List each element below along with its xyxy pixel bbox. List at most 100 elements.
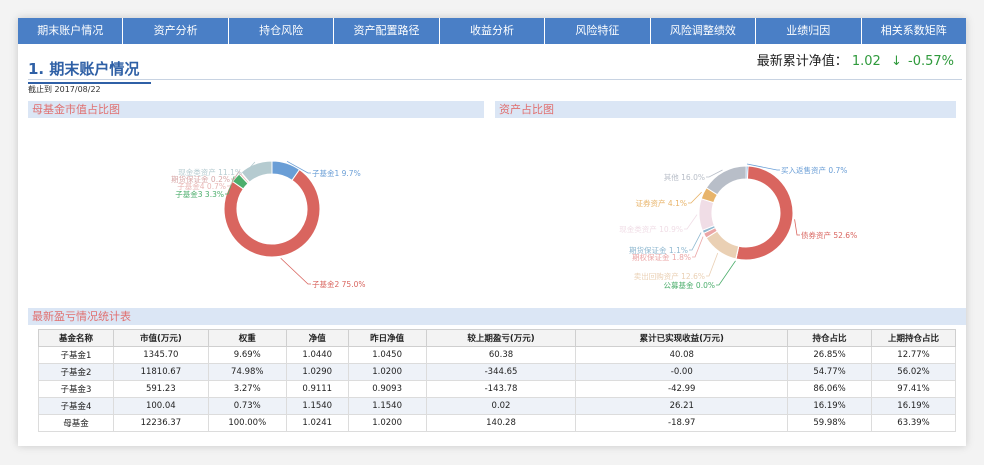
fund-share-pie-chart: 子基金1 9.7%子基金2 75.0%子基金3 3.3%子基金4 0.7%期货保… (171, 160, 365, 289)
pie-slice-label: 现金类资产 11.1% (178, 167, 242, 177)
nav-tab-correlation[interactable]: 相关系数矩阵 (862, 18, 966, 44)
table-cell: 1.0200 (347, 363, 427, 381)
table-cell: 40.08 (575, 346, 789, 364)
nav-tab-risk-adjusted[interactable]: 风险调整绩效 (651, 18, 757, 44)
pie-slice-label: 子基金1 9.7% (312, 168, 361, 178)
table-cell: 56.02% (871, 363, 956, 381)
section-fund-share: 母基金市值占比图 (28, 101, 484, 118)
table-cell: 0.02 (425, 397, 577, 415)
table-cell: 子基金3 (38, 380, 114, 398)
table-cell: -42.99 (575, 380, 789, 398)
table-cell: 母基金 (38, 414, 114, 432)
table-cell: 子基金2 (38, 363, 114, 381)
table-cell: 86.06% (787, 380, 873, 398)
table-header-cell: 基金名称 (38, 329, 114, 347)
pie-slice-label: 期货保证金 1.1% (629, 245, 688, 255)
table-row: 子基金1 1345.70 9.69% 1.0440 1.0450 60.38 40.08 26… (38, 346, 956, 364)
table-cell: 0.9111 (285, 380, 349, 398)
pie-label-leader (689, 232, 702, 251)
pie-slice-label: 子基金2 75.0% (312, 279, 365, 289)
table-header-cell: 昨日净值 (347, 329, 427, 347)
table-cell: 1.0290 (285, 363, 349, 381)
nav-tab-return-analysis[interactable]: 收益分析 (440, 18, 546, 44)
table-cell: -0.00 (575, 363, 789, 381)
table-cell: 12.77% (871, 346, 956, 364)
table-cell: 11810.67 (112, 363, 209, 381)
latest-nav-value: 1.02 (851, 54, 881, 69)
table-row: 母基金 12236.37 100.00% 1.0241 1.0200 140.28 -18.… (38, 414, 956, 432)
table-cell: -18.97 (575, 414, 789, 432)
pie-label-leader (684, 214, 698, 230)
table-cell: -143.78 (425, 380, 577, 398)
asset-share-pie-chart: 买入返售资产 0.7% 债券资产 52.6% 公募基金 0.0%卖出回购资产 12.… (619, 163, 857, 290)
table-cell: 1.1540 (285, 397, 349, 415)
pie-label-leader (794, 219, 800, 236)
pnl-table: 基金名称 市值(万元) 权重 净值 昨日净值 较上期盈亏(万元) 累计已实现收益(万元) 持仓… (38, 329, 956, 432)
nav-tab-allocation-path[interactable]: 资产配置路径 (334, 18, 440, 44)
table-cell: 1.0440 (285, 346, 349, 364)
latest-nav-change: -0.57% (908, 54, 954, 69)
nav-tab-account[interactable]: 期末账户情况 (18, 18, 124, 44)
pie-slice[interactable] (698, 198, 716, 231)
page-title: 1. 期末账户情况 (28, 58, 152, 84)
table-row: 子基金3 591.23 3.27% 0.9111 0.9093 -143.78 -42.99… (38, 380, 956, 398)
table-row: 子基金2 11810.67 74.98% 1.0290 1.0200 -344.65 -0.… (38, 363, 956, 381)
table-cell: 1.1540 (347, 397, 427, 415)
table-cell: 26.85% (787, 346, 873, 364)
latest-nav: 最新累计净值： 1.02 ↓ -0.57% (757, 50, 954, 69)
pie-label-leader (706, 252, 719, 277)
top-nav: 期末账户情况 资产分析 持仓风险 资产配置路径 收益分析 风险特征 风险调整绩效… (18, 18, 966, 44)
table-header-cell: 市值(万元) (112, 329, 209, 347)
pie-label-leader (716, 260, 736, 286)
section-asset-share: 资产占比图 (495, 101, 956, 118)
nav-tab-asset-analysis[interactable]: 资产分析 (123, 18, 229, 44)
report-window: 期末账户情况 资产分析 持仓风险 资产配置路径 收益分析 风险特征 风险调整绩效… (18, 18, 966, 446)
pie-slice[interactable] (705, 165, 747, 196)
table-header-cell: 净值 (285, 329, 349, 347)
pie-slice-label: 买入返售资产 0.7% (781, 165, 847, 175)
pie-slice-label: 债券资产 52.6% (801, 230, 857, 240)
table-cell: 54.77% (787, 363, 873, 381)
table-cell: 97.41% (871, 380, 956, 398)
table-cell: 0.73% (207, 397, 287, 415)
pie-slice-label: 卖出回购资产 12.6% (634, 271, 705, 281)
nav-tab-risk-features[interactable]: 风险特征 (545, 18, 651, 44)
table-cell: 子基金4 (38, 397, 114, 415)
table-cell: 100.00% (207, 414, 287, 432)
table-header-cell: 上期持仓占比 (871, 329, 956, 347)
table-cell: 74.98% (207, 363, 287, 381)
pie-slice-label: 其他 16.0% (664, 172, 705, 182)
table-header-cell: 累计已实现收益(万元) (575, 329, 789, 347)
table-cell: 3.27% (207, 380, 287, 398)
pie-slice[interactable] (735, 165, 794, 261)
section-pnl-table: 最新盈亏情况统计表 (28, 308, 966, 325)
pie-label-leader (280, 257, 311, 285)
table-cell: 0.9093 (347, 380, 427, 398)
table-cell: 12236.37 (112, 414, 209, 432)
table-header-row: 基金名称 市值(万元) 权重 净值 昨日净值 较上期盈亏(万元) 累计已实现收益(万元) 持仓… (38, 329, 956, 347)
pie-slice-label: 证券资产 4.1% (636, 198, 687, 208)
table-row: 子基金4 100.04 0.73% 1.1540 1.1540 0.02 26.21 16.1… (38, 397, 956, 415)
table-cell: 63.39% (871, 414, 956, 432)
as-of-date: 截止到 2017/08/22 (28, 85, 101, 94)
table-cell: 100.04 (112, 397, 209, 415)
title-divider (28, 79, 962, 80)
table-cell: 16.19% (787, 397, 873, 415)
pie-slice-label: 公募基金 0.0% (664, 280, 715, 290)
table-cell: 591.23 (112, 380, 209, 398)
table-cell: 1.0450 (347, 346, 427, 364)
pie-label-leader (688, 191, 702, 204)
table-cell: 59.98% (787, 414, 873, 432)
table-header-cell: 较上期盈亏(万元) (425, 329, 577, 347)
title-row: 1. 期末账户情况 (28, 58, 152, 84)
table-cell: 1345.70 (112, 346, 209, 364)
table-cell: 60.38 (425, 346, 577, 364)
table-cell: 26.21 (575, 397, 789, 415)
table-header-cell: 持仓占比 (787, 329, 873, 347)
nav-tab-position-risk[interactable]: 持仓风险 (229, 18, 335, 44)
down-arrow-icon: ↓ (890, 54, 902, 69)
latest-nav-label: 最新累计净值： (756, 54, 848, 69)
table-header-cell: 权重 (207, 329, 287, 347)
table-cell: 1.0241 (285, 414, 349, 432)
nav-tab-attribution[interactable]: 业绩归因 (756, 18, 862, 44)
